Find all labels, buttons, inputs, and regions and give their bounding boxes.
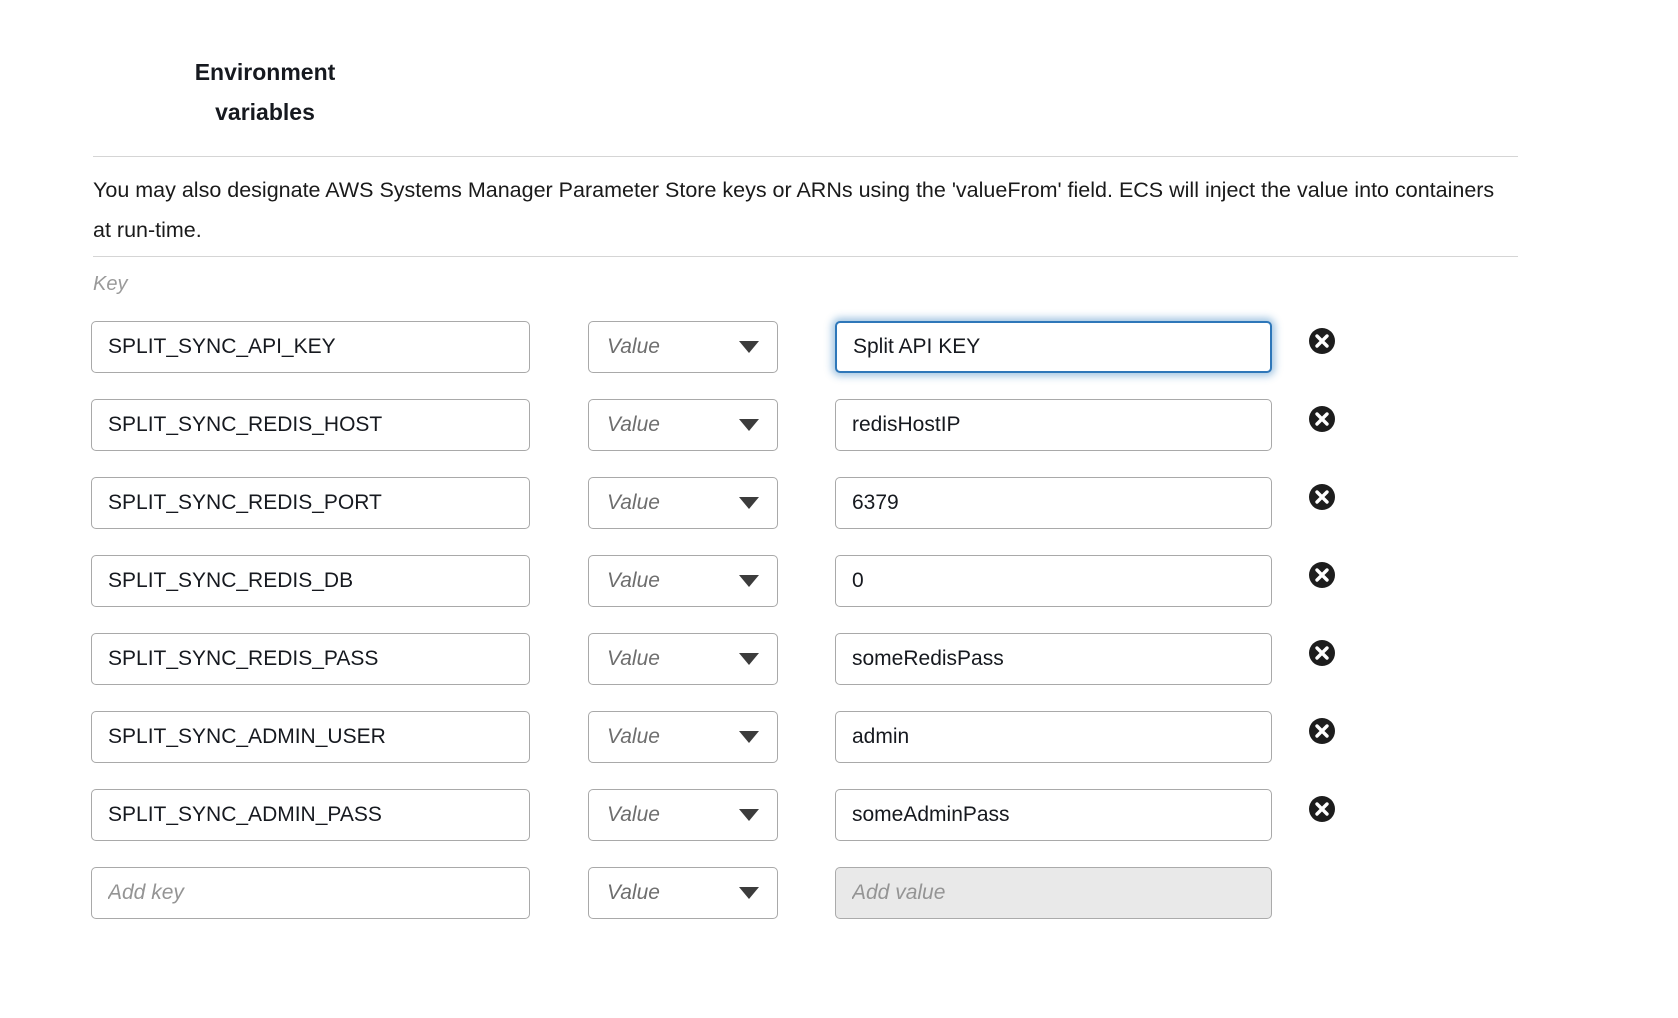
environment-variables-section: Environment variables You may also desig… [0, 52, 1678, 1018]
env-type-dropdown[interactable]: Value [588, 711, 778, 763]
caret-down-icon [739, 341, 759, 353]
env-var-row: Value [91, 789, 1678, 841]
remove-row-button[interactable] [1308, 483, 1336, 511]
env-value-input[interactable] [835, 633, 1272, 685]
divider-top [93, 156, 1518, 157]
env-var-row: Value [91, 321, 1678, 373]
env-type-dropdown[interactable]: Value [588, 477, 778, 529]
env-type-dropdown[interactable]: Value [588, 789, 778, 841]
remove-row-button[interactable] [1308, 795, 1336, 823]
section-label-line1: Environment [170, 52, 360, 92]
env-key-input[interactable] [91, 555, 530, 607]
circle-x-icon [1308, 483, 1336, 511]
env-value-input[interactable] [835, 789, 1272, 841]
env-key-input[interactable] [91, 789, 530, 841]
add-key-input[interactable] [91, 867, 530, 919]
section-label-line2: variables [170, 92, 360, 132]
env-type-dropdown-label: Value [607, 413, 660, 437]
section-label: Environment variables [170, 52, 360, 132]
env-type-dropdown-label: Value [607, 569, 660, 593]
caret-down-icon [739, 419, 759, 431]
caret-down-icon [739, 575, 759, 587]
env-type-dropdown[interactable]: Value [588, 399, 778, 451]
env-value-input[interactable] [835, 555, 1272, 607]
env-var-add-row: Value [91, 867, 1678, 919]
env-type-dropdown[interactable]: Value [588, 555, 778, 607]
divider-middle [93, 256, 1518, 257]
remove-row-button[interactable] [1308, 327, 1336, 355]
env-type-dropdown-label: Value [607, 881, 660, 905]
env-key-input[interactable] [91, 711, 530, 763]
circle-x-icon [1308, 639, 1336, 667]
env-type-dropdown[interactable]: Value [588, 867, 778, 919]
circle-x-icon [1308, 405, 1336, 433]
remove-button-spacer [1308, 879, 1336, 907]
key-column-label: Key [93, 270, 1678, 298]
env-var-row: Value [91, 399, 1678, 451]
circle-x-icon [1308, 795, 1336, 823]
env-value-input[interactable] [835, 477, 1272, 529]
env-value-input[interactable] [835, 399, 1272, 451]
env-var-rows: Value Value [91, 321, 1678, 919]
help-text: You may also designate AWS Systems Manag… [93, 170, 1518, 250]
env-type-dropdown[interactable]: Value [588, 633, 778, 685]
circle-x-icon [1308, 327, 1336, 355]
caret-down-icon [739, 653, 759, 665]
env-type-dropdown[interactable]: Value [588, 321, 778, 373]
env-var-row: Value [91, 477, 1678, 529]
remove-row-button[interactable] [1308, 717, 1336, 745]
env-key-input[interactable] [91, 633, 530, 685]
remove-row-button[interactable] [1308, 561, 1336, 589]
env-var-row: Value [91, 555, 1678, 607]
remove-row-button[interactable] [1308, 639, 1336, 667]
env-key-input[interactable] [91, 321, 530, 373]
caret-down-icon [739, 731, 759, 743]
env-value-input[interactable] [835, 711, 1272, 763]
circle-x-icon [1308, 717, 1336, 745]
caret-down-icon [739, 809, 759, 821]
caret-down-icon [739, 887, 759, 899]
env-value-input[interactable] [835, 321, 1272, 373]
env-key-input[interactable] [91, 477, 530, 529]
env-type-dropdown-label: Value [607, 491, 660, 515]
env-type-dropdown-label: Value [607, 647, 660, 671]
env-var-row: Value [91, 633, 1678, 685]
env-type-dropdown-label: Value [607, 725, 660, 749]
env-key-input[interactable] [91, 399, 530, 451]
remove-row-button[interactable] [1308, 405, 1336, 433]
circle-x-icon [1308, 561, 1336, 589]
add-value-input[interactable] [835, 867, 1272, 919]
env-var-row: Value [91, 711, 1678, 763]
env-type-dropdown-label: Value [607, 803, 660, 827]
caret-down-icon [739, 497, 759, 509]
env-type-dropdown-label: Value [607, 335, 660, 359]
